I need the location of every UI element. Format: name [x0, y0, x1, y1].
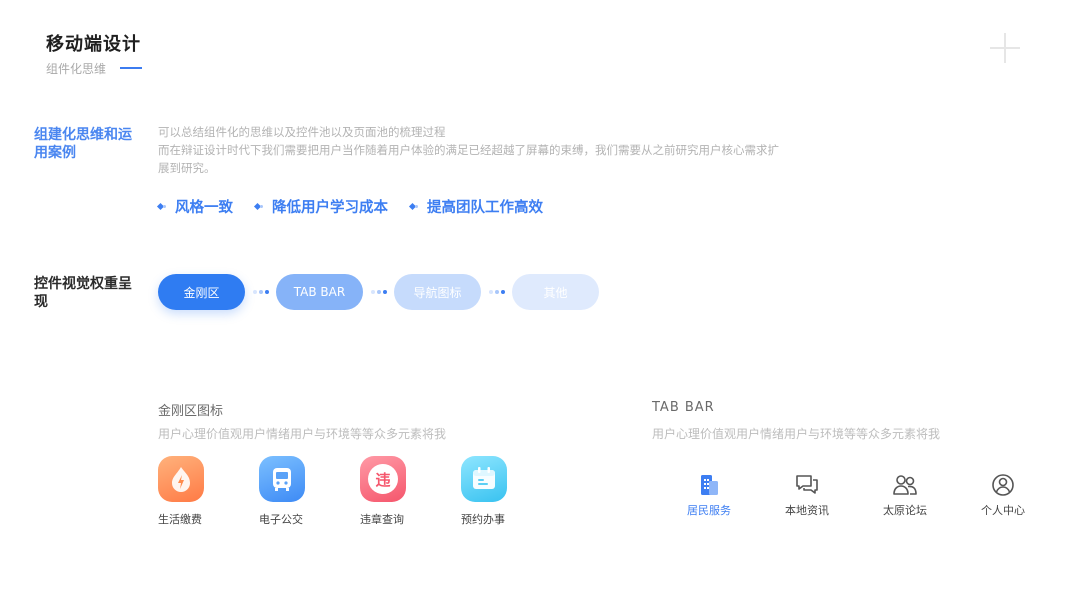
tab-local-news[interactable]: 本地资讯	[758, 472, 856, 518]
user-circle-icon	[992, 474, 1014, 496]
users-icon	[893, 475, 917, 495]
grid-item-label: 生活缴费	[158, 513, 202, 526]
tab-resident-service[interactable]: 居民服务	[660, 472, 758, 518]
grid-item-label: 违章查询	[360, 513, 404, 526]
diamond-bullet-icon	[410, 202, 419, 211]
grid-item-appointment[interactable]: 预约办事	[461, 456, 562, 527]
desc-line: 可以总结组件化的思维以及控件池以及页面池的梳理过程	[158, 125, 446, 139]
bullet-item: 提高团队工作高效	[410, 196, 543, 217]
pill-tab-bar[interactable]: TAB BAR	[276, 274, 363, 310]
tab-label: 个人中心	[981, 504, 1025, 517]
section1-title: 组建化思维和运用案例	[34, 127, 132, 161]
flame-icon	[158, 456, 204, 502]
icon-group-desc: 用户心理价值观用户情绪用户与环境等等众多元素将我	[158, 427, 447, 441]
tab-forum[interactable]: 太原论坛	[856, 472, 954, 518]
pill-king-kong[interactable]: 金刚区	[158, 274, 245, 310]
bullet-list: 风格一致 降低用户学习成本 提高团队工作高效	[158, 196, 543, 217]
bullet-item: 降低用户学习成本	[255, 196, 388, 217]
building-icon	[701, 475, 718, 495]
tabbar-group-desc: 用户心理价值观用户情绪用户与环境等等众多元素将我	[652, 427, 941, 441]
pill-other[interactable]: 其他	[512, 274, 599, 310]
calendar-icon	[461, 456, 507, 502]
weight-pill-row: 金刚区 TAB BAR 导航图标 其他	[158, 274, 599, 310]
violation-glyph: 违	[368, 464, 398, 494]
icon-grid: 生活缴费 电子公交 违 违章查询 预约办事	[158, 456, 562, 527]
tab-label: 居民服务	[687, 504, 731, 517]
tab-bar: 居民服务 本地资讯 太原论坛 个人中心	[660, 472, 1052, 518]
grid-item-label: 预约办事	[461, 513, 505, 526]
grid-item-life-payment[interactable]: 生活缴费	[158, 456, 259, 527]
page-title: 移动端设计	[46, 34, 141, 55]
connector-dots-icon	[363, 290, 394, 294]
grid-item-label: 电子公交	[259, 513, 303, 526]
section2-title: 控件视觉权重呈现	[34, 276, 132, 310]
plus-icon[interactable]	[990, 33, 1020, 63]
bullet-label: 提高团队工作高效	[427, 200, 543, 216]
icon-group-title: 金刚区图标	[158, 404, 224, 419]
tab-profile[interactable]: 个人中心	[954, 472, 1052, 518]
tab-label: 太原论坛	[883, 504, 927, 517]
desc-line: 展到研究。	[158, 161, 216, 175]
connector-dots-icon	[481, 290, 512, 294]
tab-label: 本地资讯	[785, 504, 829, 517]
diamond-bullet-icon	[255, 202, 264, 211]
page-subtitle: 组件化思维	[46, 62, 107, 76]
grid-item-violation-query[interactable]: 违 违章查询	[360, 456, 461, 527]
grid-item-e-bus[interactable]: 电子公交	[259, 456, 360, 527]
desc-line: 而在辩证设计时代下我们需要把用户当作随着用户体验的满足已经超越了屏幕的束缚，我们…	[158, 143, 779, 157]
section1-description: 可以总结组件化的思维以及控件池以及页面池的梳理过程 而在辩证设计时代下我们需要把…	[158, 123, 858, 177]
connector-dots-icon	[245, 290, 276, 294]
violation-icon: 违	[360, 456, 406, 502]
bullet-item: 风格一致	[158, 196, 233, 217]
bullet-label: 降低用户学习成本	[272, 200, 388, 216]
tabbar-group-title: TAB BAR	[652, 400, 715, 415]
diamond-bullet-icon	[158, 202, 167, 211]
subtitle-underline	[120, 67, 142, 69]
pill-nav-icon[interactable]: 导航图标	[394, 274, 481, 310]
bullet-label: 风格一致	[175, 200, 233, 216]
bus-icon	[259, 456, 305, 502]
chat-icon	[796, 475, 818, 494]
